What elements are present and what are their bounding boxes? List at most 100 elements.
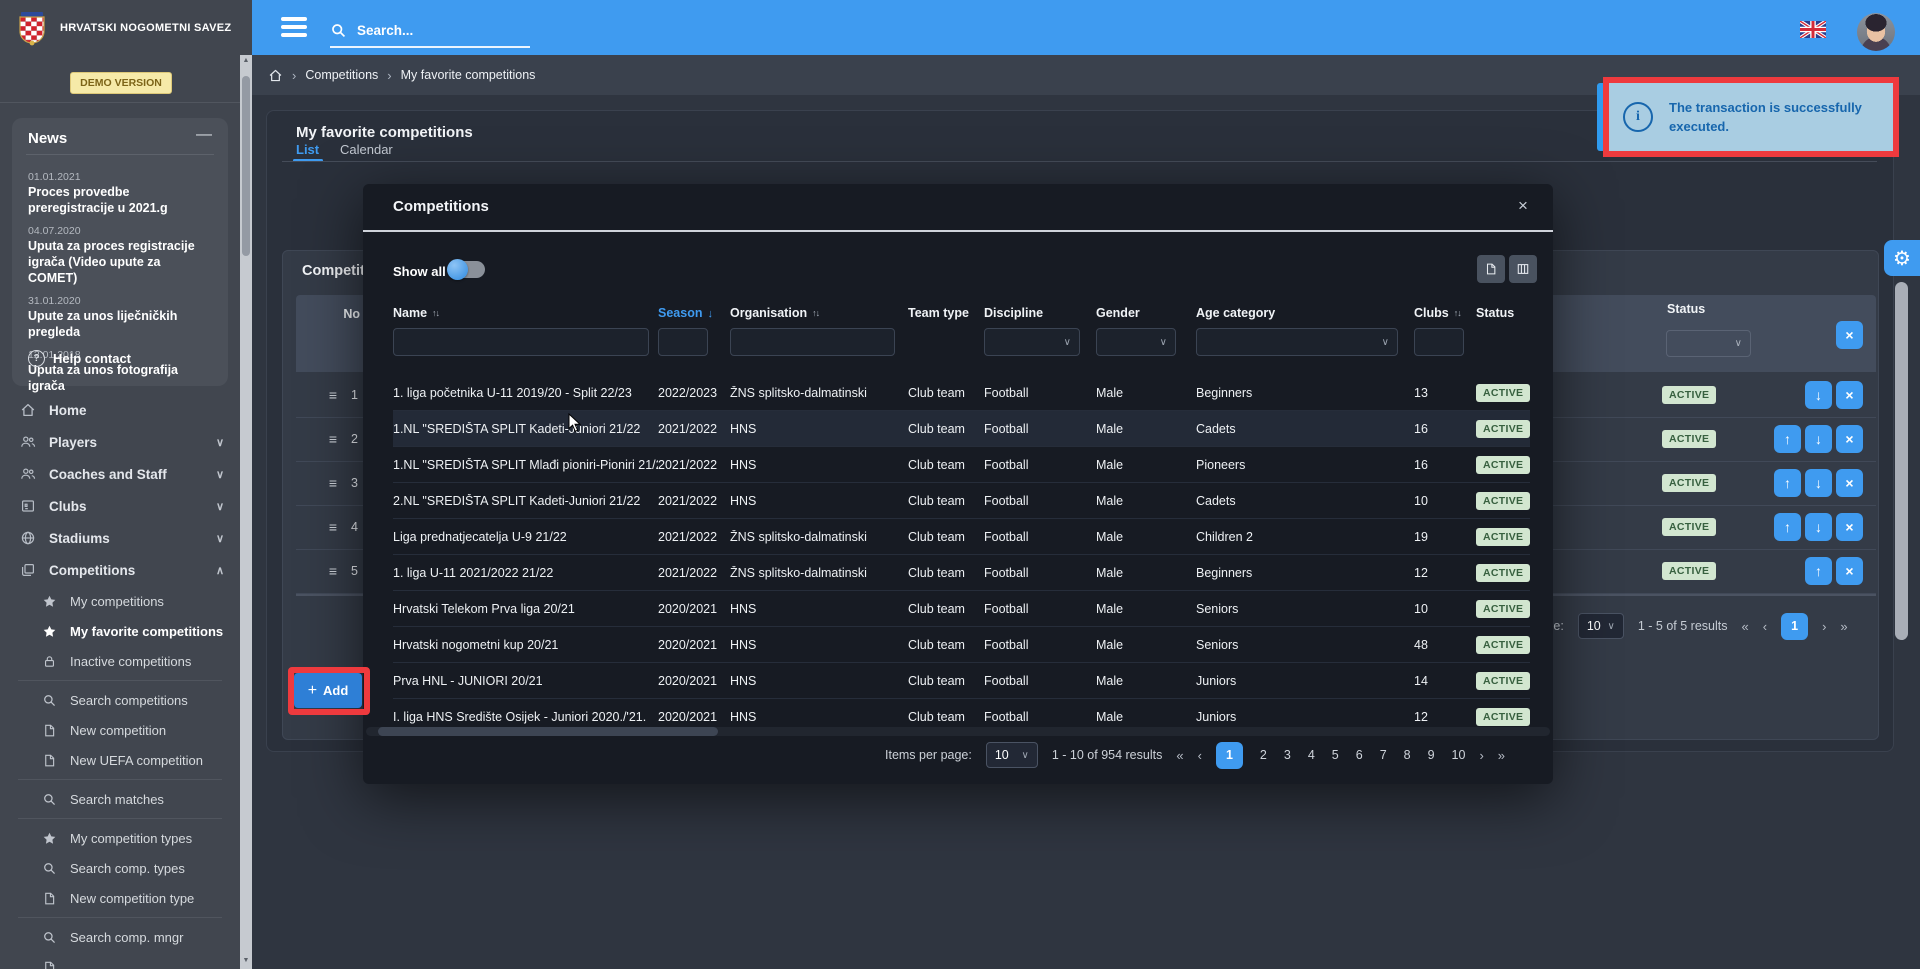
page-number[interactable]: 5: [1332, 748, 1339, 762]
move-up-button[interactable]: ↑: [1774, 469, 1801, 497]
uk-flag-language-icon[interactable]: [1800, 21, 1826, 38]
tab-list[interactable]: List: [296, 142, 319, 157]
drag-handle-icon[interactable]: ≡: [329, 519, 337, 535]
scrollbar-down-arrow-icon[interactable]: ▼: [241, 957, 251, 964]
page-number-active[interactable]: 1: [1781, 613, 1808, 640]
page-number[interactable]: 4: [1308, 748, 1315, 762]
filter-select-age-category[interactable]: ∨: [1196, 328, 1398, 356]
competition-row[interactable]: 1.NL "SREDIŠTA SPLIT Mlađi pioniri-Pioni…: [393, 447, 1530, 483]
prev-page-button[interactable]: ‹: [1763, 619, 1767, 634]
collapse-news-icon[interactable]: —: [196, 126, 212, 144]
sidebar-item-my-competition-types[interactable]: My competition types: [0, 823, 240, 853]
filter-select-gender[interactable]: ∨: [1096, 328, 1176, 356]
next-page-button[interactable]: ›: [1822, 619, 1826, 634]
news-link[interactable]: Uputa za unos fotografija igrača: [28, 363, 212, 394]
filter-input-name[interactable]: [393, 328, 649, 356]
sidebar-item-search-comp-types[interactable]: Search comp. types: [0, 853, 240, 883]
sidebar-item-new-competition-type[interactable]: New competition type: [0, 883, 240, 913]
page-number[interactable]: 10: [1452, 748, 1466, 762]
column-settings-button[interactable]: [1509, 255, 1537, 283]
page-size-select[interactable]: 10∨: [986, 742, 1038, 768]
sidebar-item-clubs[interactable]: Clubs∨: [0, 490, 240, 522]
page-number[interactable]: 2: [1260, 748, 1267, 762]
user-avatar[interactable]: [1857, 13, 1895, 51]
competition-row[interactable]: 1. liga početnika U-11 2019/20 - Split 2…: [393, 375, 1530, 411]
last-page-button[interactable]: »: [1840, 619, 1847, 634]
competition-row[interactable]: 2.NL "SREDIŠTA SPLIT Kadeti-Juniori 21/2…: [393, 483, 1530, 519]
column-header-clubs[interactable]: Clubs↑↓: [1414, 306, 1476, 320]
move-down-button[interactable]: ↓: [1805, 513, 1832, 541]
first-page-button[interactable]: «: [1176, 748, 1183, 763]
home-icon[interactable]: [268, 68, 283, 83]
global-search-input[interactable]: Search...: [330, 14, 530, 48]
sidebar-item-coaches-and-staff[interactable]: Coaches and Staff∨: [0, 458, 240, 490]
first-page-button[interactable]: «: [1741, 619, 1748, 634]
news-link[interactable]: Upute za unos liječničkih pregleda: [28, 309, 212, 340]
remove-button[interactable]: ×: [1836, 381, 1863, 409]
help-contact-link[interactable]: ? Help contact: [28, 350, 131, 367]
sidebar-item-home[interactable]: Home: [0, 394, 240, 426]
close-icon[interactable]: ×: [1518, 196, 1528, 216]
page-number[interactable]: 8: [1404, 748, 1411, 762]
sidebar-item-search-comp-mngr[interactable]: Search comp. mngr: [0, 922, 240, 952]
add-button[interactable]: + Add: [294, 673, 362, 708]
filter-input-clubs[interactable]: [1414, 328, 1464, 356]
drag-handle-icon[interactable]: ≡: [329, 387, 337, 403]
move-down-button[interactable]: ↓: [1805, 425, 1832, 453]
move-up-button[interactable]: ↑: [1774, 425, 1801, 453]
drag-handle-icon[interactable]: ≡: [329, 431, 337, 447]
show-all-toggle[interactable]: [449, 261, 485, 278]
last-page-button[interactable]: »: [1498, 748, 1505, 763]
column-header-season[interactable]: Season↓: [658, 306, 730, 320]
competition-row[interactable]: Hrvatski Telekom Prva liga 20/212020/202…: [393, 591, 1530, 627]
competition-row[interactable]: 1. liga U-11 2021/2022 21/222021/2022ŽNS…: [393, 555, 1530, 591]
sidebar-item-competitions[interactable]: Competitions∧: [0, 554, 240, 586]
news-link[interactable]: Uputa za proces registracije igrača (Vid…: [28, 239, 212, 286]
sidebar-item-search-matches[interactable]: Search matches: [0, 784, 240, 814]
drag-handle-icon[interactable]: ≡: [329, 475, 337, 491]
sidebar-item-players[interactable]: Players∨: [0, 426, 240, 458]
breadcrumb-item-competitions[interactable]: Competitions: [305, 68, 378, 82]
sidebar-item-item[interactable]: [0, 952, 240, 969]
clear-filter-button[interactable]: ×: [1836, 321, 1863, 349]
competition-row[interactable]: Hrvatski nogometni kup 20/212020/2021HNS…: [393, 627, 1530, 663]
status-filter-select[interactable]: ∨: [1666, 330, 1751, 357]
horizontal-scrollbar-thumb[interactable]: [378, 727, 718, 736]
prev-page-button[interactable]: ‹: [1198, 748, 1202, 763]
page-size-select[interactable]: 10∨: [1578, 613, 1624, 639]
page-number[interactable]: 7: [1380, 748, 1387, 762]
page-number-active[interactable]: 1: [1216, 742, 1243, 769]
settings-gear-icon[interactable]: ⚙: [1884, 240, 1920, 276]
remove-button[interactable]: ×: [1836, 557, 1863, 585]
remove-button[interactable]: ×: [1836, 513, 1863, 541]
sidebar-item-new-uefa-competition[interactable]: New UEFA competition: [0, 745, 240, 775]
filter-input-organisation[interactable]: [730, 328, 895, 356]
next-page-button[interactable]: ›: [1479, 748, 1483, 763]
page-number[interactable]: 3: [1284, 748, 1291, 762]
sidebar-item-new-competition[interactable]: New competition: [0, 715, 240, 745]
filter-input-season[interactable]: [658, 328, 708, 356]
page-number[interactable]: 6: [1356, 748, 1363, 762]
page-scrollbar[interactable]: [1895, 282, 1908, 640]
move-down-button[interactable]: ↓: [1805, 469, 1832, 497]
drag-handle-icon[interactable]: ≡: [329, 563, 337, 579]
sidebar-item-inactive-competitions[interactable]: Inactive competitions: [0, 646, 240, 676]
remove-button[interactable]: ×: [1836, 469, 1863, 497]
export-file-button[interactable]: [1477, 255, 1505, 283]
move-down-button[interactable]: ↓: [1805, 381, 1832, 409]
column-header-name[interactable]: Name↑↓: [393, 306, 658, 320]
move-up-button[interactable]: ↑: [1805, 557, 1832, 585]
competition-row[interactable]: 1.NL "SREDIŠTA SPLIT Kadeti-Juniori 21/2…: [393, 411, 1530, 447]
remove-button[interactable]: ×: [1836, 425, 1863, 453]
page-number[interactable]: 9: [1428, 748, 1435, 762]
sidebar-item-my-competitions[interactable]: My competitions: [0, 586, 240, 616]
competition-row[interactable]: Liga prednatjecatelja U-9 21/222021/2022…: [393, 519, 1530, 555]
tab-calendar[interactable]: Calendar: [340, 142, 393, 157]
column-header-organisation[interactable]: Organisation↑↓: [730, 306, 908, 320]
competition-row[interactable]: Prva HNL - JUNIORI 20/212020/2021HNSClub…: [393, 663, 1530, 699]
news-link[interactable]: Proces provedbe preregistracije u 2021.g: [28, 185, 212, 216]
filter-select-discipline[interactable]: ∨: [984, 328, 1080, 356]
sidebar-scrollbar-thumb[interactable]: [242, 76, 250, 256]
sidebar-item-search-competitions[interactable]: Search competitions: [0, 685, 240, 715]
hamburger-menu-icon[interactable]: [281, 17, 307, 39]
